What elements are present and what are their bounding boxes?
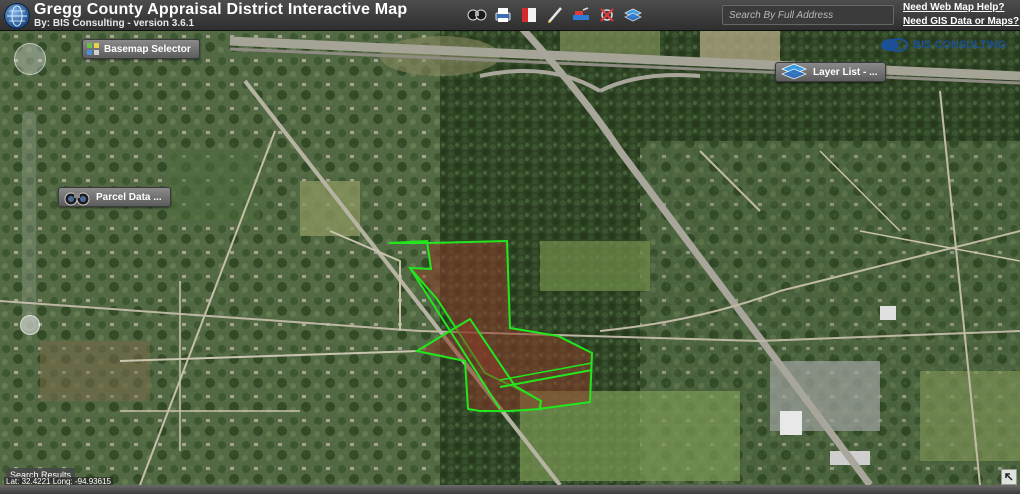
measure-tool-icon[interactable]	[570, 4, 592, 26]
print-tool-icon[interactable]	[492, 4, 514, 26]
globe-icon	[4, 3, 30, 29]
bis-logo-mark	[881, 38, 908, 52]
expand-arrow-icon[interactable]	[1001, 469, 1017, 485]
app-header: Gregg County Appraisal District Interact…	[0, 0, 1020, 31]
basemap-selector-label: Basemap Selector	[104, 43, 191, 55]
aerial-imagery	[0, 31, 1020, 485]
basemap-grid-icon	[87, 43, 99, 55]
app-subtitle: By: BIS Consulting - version 3.6.1	[34, 18, 195, 29]
gis-data-link[interactable]: Need GIS Data or Maps?	[903, 15, 1019, 29]
parcel-data-button[interactable]: Parcel Data ...	[58, 187, 171, 207]
help-links: Need Web Map Help? Need GIS Data or Maps…	[903, 1, 1019, 29]
web-map-help-link[interactable]: Need Web Map Help?	[903, 1, 1018, 15]
address-search-input[interactable]	[722, 5, 894, 25]
parcel-data-label: Parcel Data ...	[96, 191, 162, 203]
bookmark-tool-icon[interactable]	[518, 4, 540, 26]
layer-list-button[interactable]: Layer List - ...	[775, 62, 887, 82]
identify-tool-icon[interactable]	[466, 4, 488, 26]
map-view[interactable]: Basemap Selector Layer List - ... Parcel…	[0, 31, 1020, 485]
bis-logo-text: BIS CONSULTING	[913, 39, 1007, 51]
pan-navigation-control[interactable]	[14, 43, 46, 75]
zoom-knob[interactable]	[20, 315, 40, 335]
coordinate-readout: Lat: 32.4221 Long: -94.93615	[4, 477, 113, 485]
clear-tool-icon[interactable]	[596, 4, 618, 26]
bis-consulting-logo: BIS CONSULTING	[880, 38, 1006, 52]
draw-tool-icon[interactable]	[544, 4, 566, 26]
binoculars-icon	[63, 188, 91, 206]
zoom-slider[interactable]	[22, 111, 36, 331]
layers-tool-icon[interactable]	[622, 4, 644, 26]
basemap-selector-button[interactable]: Basemap Selector	[82, 39, 200, 59]
toolbar	[466, 4, 644, 26]
footer-bar	[0, 485, 1020, 494]
layer-list-label: Layer List - ...	[813, 66, 878, 78]
app-title: Gregg County Appraisal District Interact…	[34, 1, 408, 18]
layers-icon	[780, 63, 808, 81]
